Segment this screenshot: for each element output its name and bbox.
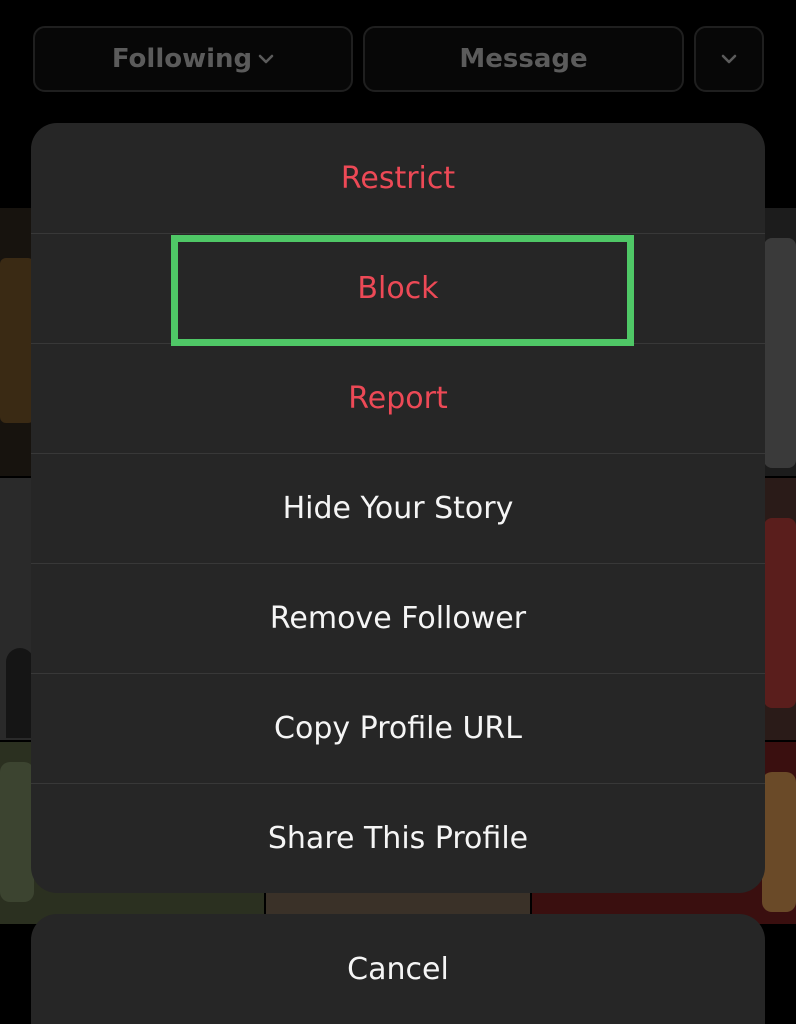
profile-header: Following Message — [0, 0, 796, 122]
remove-follower-label: Remove Follower — [269, 601, 527, 636]
chevron-down-icon — [721, 54, 737, 64]
block-option[interactable]: Block — [31, 233, 765, 343]
remove-follower-option[interactable]: Remove Follower — [31, 563, 765, 673]
copy-profile-url-label: Copy Profile URL — [274, 711, 522, 746]
share-this-profile-option[interactable]: Share This Profile — [31, 783, 765, 893]
cancel-button[interactable]: Cancel — [31, 914, 765, 1024]
copy-profile-url-option[interactable]: Copy Profile URL — [31, 673, 765, 783]
report-option[interactable]: Report — [31, 343, 765, 453]
message-button[interactable]: Message — [363, 26, 684, 92]
message-label: Message — [459, 44, 588, 74]
chevron-down-icon — [258, 54, 274, 64]
block-label: Block — [357, 271, 439, 306]
report-label: Report — [348, 381, 448, 416]
profile-action-sheet: Restrict Block Report Hide Your Story Re… — [31, 123, 765, 893]
following-button[interactable]: Following — [33, 26, 353, 92]
suggested-accounts-button[interactable] — [694, 26, 764, 92]
hide-your-story-option[interactable]: Hide Your Story — [31, 453, 765, 563]
cancel-label: Cancel — [347, 951, 449, 987]
hide-your-story-label: Hide Your Story — [282, 491, 514, 526]
restrict-option[interactable]: Restrict — [31, 123, 765, 233]
share-this-profile-label: Share This Profile — [267, 821, 529, 856]
following-label: Following — [111, 44, 253, 74]
restrict-label: Restrict — [340, 160, 456, 196]
